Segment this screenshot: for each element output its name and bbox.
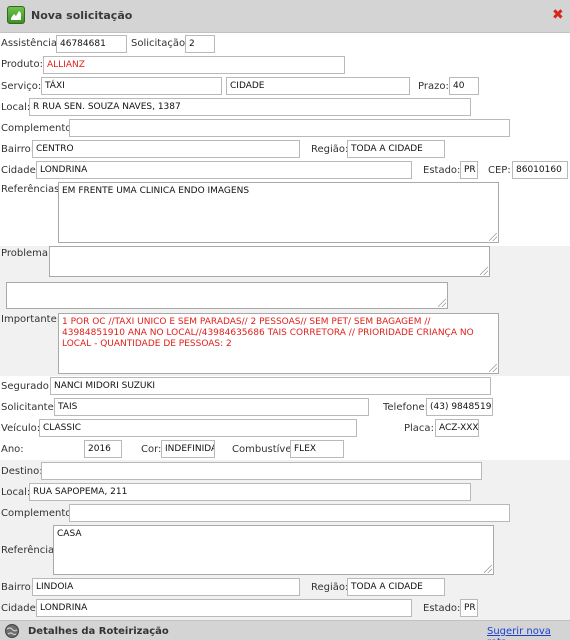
cidade-label: Cidade: [1,165,40,176]
ano-field[interactable]: 2016 [84,440,122,458]
resize-grip-icon[interactable] [438,299,446,307]
telefone-field[interactable]: (43) 984851910 [426,398,493,416]
resize-grip-icon[interactable] [489,233,497,241]
close-icon[interactable]: ✖ [552,8,564,22]
referencias-text: EM FRENTE UMA CLINICA ENDO IMAGENS [62,186,250,196]
problema-label: Problema: [1,248,52,259]
resize-grip-icon[interactable] [484,565,492,573]
servico-tipo-field[interactable]: CIDADE [226,77,410,95]
complemento-field[interactable] [69,119,510,137]
telefone-label: Telefone: [383,402,428,413]
local-label: Local: [1,102,31,113]
cep-field[interactable]: 86010160 [512,161,568,179]
solicitacao-field[interactable]: 2 [185,35,215,53]
destino-referencia-label: Referência: [1,545,58,556]
problema-textarea[interactable] [49,246,490,277]
produto-label: Produto: [1,59,43,70]
window-titlebar: Nova solicitação ✖ [0,0,570,33]
problema-extra-textarea[interactable] [6,282,448,309]
referencias-textarea[interactable]: EM FRENTE UMA CLINICA ENDO IMAGENS [58,182,499,243]
importante-textarea[interactable]: 1 POR OC //TAXI UNICO E SEM PARADAS// 2 … [58,313,499,374]
assistencia-field[interactable]: 46784681 [56,35,127,53]
routing-details-title: Detalhes da Roteirização [28,626,169,637]
destino-field[interactable] [41,462,482,480]
solicitacao-label: Solicitação: [131,38,189,49]
destino-cidade-label: Cidade: [1,603,40,614]
bairro-field[interactable]: CENTRO [32,140,300,158]
importante-text: 1 POR OC //TAXI UNICO E SEM PARADAS// 2 … [62,317,474,349]
importante-label: Importante: [1,314,61,325]
veiculo-label: Veículo: [1,423,41,434]
destino-referencia-text: CASA [57,529,82,539]
solicitante-label: Solicitante: [1,402,58,413]
app-icon [7,6,25,24]
servico-label: Serviço: [1,81,42,92]
cor-field[interactable]: INDEFINIDA [161,440,215,458]
local-field[interactable]: R RUA SEN. SOUZA NAVES, 1387 [29,98,471,116]
segurado-label: Segurado: [1,381,53,392]
cep-label: CEP: [488,165,511,176]
destino-estado-field[interactable]: PR [460,599,478,617]
combustivel-label: Combustível: [232,444,298,455]
destino-complemento-field[interactable] [69,504,510,522]
prazo-field[interactable]: 40 [449,77,479,95]
destino-cidade-field[interactable]: LONDRINA [36,599,412,617]
referencias-label: Referências: [1,184,63,195]
destino-referencia-textarea[interactable]: CASA [53,525,494,575]
destino-regiao-field[interactable]: TODA A CIDADE [347,578,445,596]
complemento-label: Complemento: [1,123,75,134]
destino-label: Destino: [1,466,43,477]
destino-estado-label: Estado: [423,603,461,614]
regiao-field[interactable]: TODA A CIDADE [347,140,445,158]
regiao-label: Região: [311,144,349,155]
suggest-route-link[interactable]: Sugerir nova rota [487,626,570,640]
solicitante-field[interactable]: TAIS [54,398,369,416]
produto-field[interactable]: ALLIANZ [43,56,345,74]
destino-regiao-label: Região: [311,582,349,593]
bairro-label: Bairro: [1,144,35,155]
resize-grip-icon[interactable] [480,267,488,275]
destino-bairro-field[interactable]: LINDOIA [32,578,300,596]
veiculo-field[interactable]: CLASSIC [39,419,357,437]
prazo-label: Prazo: [418,81,449,92]
destino-local-label: Local: [1,487,31,498]
placa-label: Placa: [404,423,434,434]
destino-complemento-label: Complemento: [1,508,75,519]
combustivel-field[interactable]: FLEX [290,440,344,458]
destino-bairro-label: Bairro: [1,582,35,593]
servico-field[interactable]: TÁXI [41,77,222,95]
cor-label: Cor: [141,444,162,455]
routing-details-bar: Detalhes da Roteirização Sugerir nova ro… [0,620,570,640]
ano-label: Ano: [1,444,24,455]
destino-local-field[interactable]: RUA SAPOPEMA, 211 [29,483,471,501]
resize-grip-icon[interactable] [489,364,497,372]
placa-field[interactable]: ACZ-XXXX [435,419,479,437]
assistencia-label: Assistência: [1,38,61,49]
segurado-field[interactable]: NANCI MIDORI SUZUKI [50,377,491,395]
cidade-field[interactable]: LONDRINA [36,161,412,179]
estado-field[interactable]: PR [460,161,478,179]
window-title: Nova solicitação [31,9,133,22]
estado-label: Estado: [423,165,461,176]
globe-icon [4,623,20,639]
